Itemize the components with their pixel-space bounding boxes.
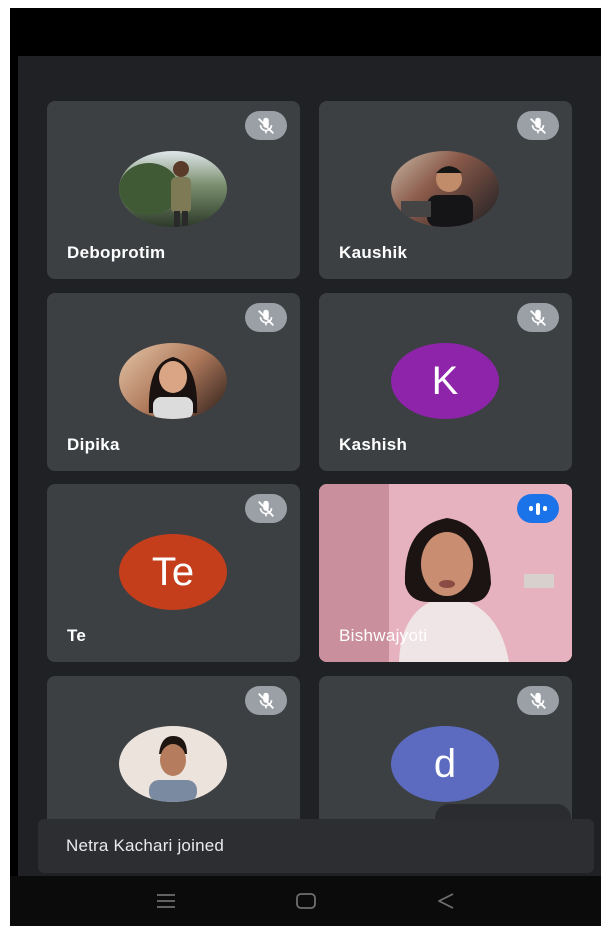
join-notification: Netra Kachari joined xyxy=(38,819,594,873)
avatar xyxy=(119,726,227,802)
home-icon[interactable] xyxy=(294,889,318,913)
participant-tile-dipika[interactable]: Dipika xyxy=(47,293,300,471)
participant-tile-bishwajyoti[interactable]: Bishwajyoti xyxy=(319,484,572,662)
letter-avatar: K xyxy=(391,343,499,419)
participant-name: Deboprotim xyxy=(67,243,166,262)
participant-name: Te xyxy=(67,626,87,645)
avatar xyxy=(119,151,227,227)
avatar-letter: K xyxy=(431,358,459,403)
avatar xyxy=(391,151,499,227)
mic-off-icon xyxy=(245,303,287,332)
recent-apps-icon[interactable] xyxy=(154,889,178,913)
participant-tile-deboprotim[interactable]: Deboprotim xyxy=(47,101,300,279)
notification-text: Netra Kachari joined xyxy=(66,836,225,855)
participant-tile-te[interactable]: Te Te xyxy=(47,484,300,662)
participant-name: Kaushik xyxy=(339,243,408,262)
mic-off-icon xyxy=(245,686,287,715)
audio-level-icon xyxy=(517,494,559,523)
avatar xyxy=(119,343,227,419)
mic-off-icon xyxy=(517,111,559,140)
system-nav-bar xyxy=(10,876,601,926)
phone-screen: Deboprotim Kaushik Dipika K Kashish Te T… xyxy=(10,8,601,926)
avatar-letter: d xyxy=(433,741,457,786)
letter-avatar: Te xyxy=(119,534,227,610)
mic-off-icon xyxy=(517,303,559,332)
status-bar xyxy=(10,8,601,56)
letter-avatar: d xyxy=(391,726,499,802)
back-icon[interactable] xyxy=(434,889,458,913)
participant-name: Bishwajyoti xyxy=(339,626,428,645)
mic-off-icon xyxy=(245,494,287,523)
participant-tile-kaushik[interactable]: Kaushik xyxy=(319,101,572,279)
participant-name: Kashish xyxy=(339,435,408,454)
participant-name: Dipika xyxy=(67,435,120,454)
participant-tile-kashish[interactable]: K Kashish xyxy=(319,293,572,471)
meeting-grid: Deboprotim Kaushik Dipika K Kashish Te T… xyxy=(18,56,601,876)
mic-off-icon xyxy=(245,111,287,140)
avatar-letter: Te xyxy=(151,549,195,594)
mic-off-icon xyxy=(517,686,559,715)
